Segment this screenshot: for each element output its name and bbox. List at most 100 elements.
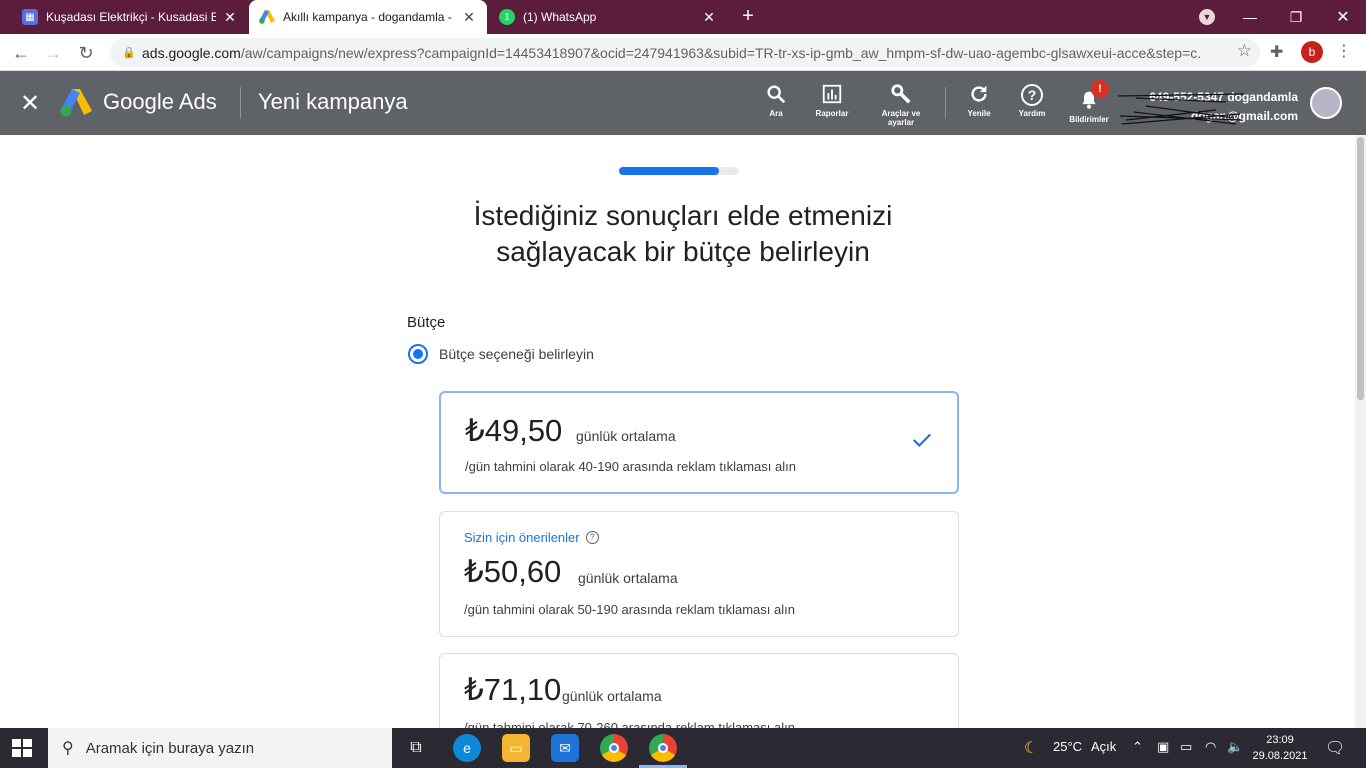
chrome-icon[interactable] [600, 734, 628, 762]
budget-unit: günlük ortalama [578, 570, 678, 586]
chrome-profile-icon[interactable] [649, 734, 677, 762]
bell-icon [1061, 89, 1117, 115]
site-icon: ▦ [22, 9, 38, 25]
close-window-button[interactable]: ✕ [1320, 0, 1366, 34]
back-button[interactable]: ← [8, 40, 34, 66]
budget-amount: ₺50,60 [464, 554, 562, 589]
budget-option-radio[interactable] [408, 344, 428, 364]
budget-option-radio-row[interactable]: Bütçe seçeneği belirleyin [408, 344, 594, 364]
new-tab-button[interactable]: + [737, 5, 759, 27]
budget-amount: ₺49,50 [465, 413, 563, 448]
tab-title: (1) WhatsApp [523, 10, 597, 24]
budget-unit: günlük ortalama [576, 428, 676, 444]
brand-name: Google Ads [103, 89, 217, 114]
reload-button[interactable]: ↻ [73, 40, 99, 66]
bookmark-star-icon[interactable]: ☆ [1237, 41, 1252, 61]
tab-title: Akıllı kampanya - dogandamla - Go [283, 10, 455, 24]
whatsapp-icon: 1 [499, 9, 515, 25]
tool-label: Ara [769, 109, 783, 118]
browser-tab-whatsapp[interactable]: 1 (1) WhatsApp ✕ [489, 0, 727, 34]
wifi-icon[interactable]: ◠ [1205, 739, 1216, 755]
budget-section-title: Bütçe [407, 314, 446, 331]
url-path: /aw/campaigns/new/express?campaignId=144… [240, 44, 1201, 61]
account-avatar[interactable] [1310, 87, 1342, 119]
budget-estimate: /gün tahmini olarak 50-190 arasında rekl… [464, 602, 795, 617]
help-circle-icon[interactable]: ? [585, 531, 599, 544]
browser-menu-icon[interactable]: ⋮ [1336, 41, 1352, 61]
restore-button[interactable]: ❐ [1273, 0, 1319, 34]
tools-settings-tool[interactable]: Araçlar ve ayarlar [873, 83, 929, 127]
recommended-text: Sizin için önerilenler [464, 530, 580, 545]
weather-temp[interactable]: 25°C [1053, 739, 1082, 754]
notification-badge: ! [1091, 80, 1109, 98]
taskbar-search-input[interactable]: ⚲ Aramak için buraya yazın [48, 728, 392, 768]
header-divider [945, 87, 946, 119]
extensions-icon[interactable]: ✚ [1270, 42, 1283, 62]
weather-moon-icon: ☾ [1024, 740, 1039, 757]
minimize-button[interactable]: — [1227, 0, 1273, 34]
edge-icon[interactable]: e [453, 734, 481, 762]
clock-time: 23:09 [1266, 734, 1294, 746]
forward-button[interactable]: → [40, 40, 66, 66]
reports-icon [804, 83, 860, 109]
recommended-label: Sizin için önerilenler ? [464, 530, 599, 545]
tab-search-icon[interactable]: ▼ [1199, 9, 1215, 25]
search-icon: ⚲ [62, 740, 74, 757]
windows-taskbar: ⚲ Aramak için buraya yazın ⧉ e ▭ ✉ ☾ 25°… [0, 728, 1366, 768]
headline-line: İstediğiniz sonuçları elde etmenizi [473, 200, 893, 231]
close-icon[interactable]: ✕ [20, 89, 40, 118]
tool-label: Yardım [1018, 109, 1046, 118]
url-input[interactable]: 🔒 ads.google.com/aw/campaigns/new/expres… [110, 38, 1260, 67]
help-tool[interactable]: ? Yardım [1004, 83, 1060, 118]
search-tool[interactable]: Ara [748, 83, 804, 118]
scrollbar-thumb[interactable] [1357, 137, 1364, 400]
google-ads-icon [259, 9, 275, 25]
search-icon [748, 83, 804, 109]
notification-center-icon[interactable]: 🗨 [1325, 738, 1345, 758]
file-explorer-icon[interactable]: ▭ [502, 734, 530, 762]
budget-estimate: /gün tahmini olarak 40-190 arasında rekl… [465, 459, 796, 474]
meet-now-icon[interactable]: ▣ [1157, 739, 1169, 755]
tool-label: Bildirimler [1069, 115, 1109, 124]
budget-card-option-2[interactable]: Sizin için önerilenler ? ₺50,60 günlük o… [439, 511, 959, 637]
budget-card-option-1[interactable]: ₺49,50 günlük ortalama /gün tahmini olar… [439, 391, 959, 494]
refresh-tool[interactable]: Yenile [951, 83, 1007, 118]
reports-tool[interactable]: Raporlar [804, 83, 860, 118]
tool-label: Araçlar ve ayarlar [881, 109, 921, 127]
page-headline: İstediğiniz sonuçları elde etmenizi sağl… [383, 198, 983, 270]
google-ads-logo-icon [60, 89, 92, 117]
wrench-icon [873, 83, 929, 109]
volume-icon[interactable]: 🔈 [1227, 739, 1243, 755]
close-tab-icon[interactable]: ✕ [461, 9, 477, 26]
radio-label: Bütçe seçeneği belirleyin [439, 346, 594, 362]
tool-label: Yenile [967, 109, 991, 118]
address-bar: ← → ↻ 🔒 ads.google.com/aw/campaigns/new/… [0, 34, 1366, 71]
redaction-scribble [1117, 93, 1245, 125]
close-tab-icon[interactable]: ✕ [222, 9, 238, 26]
close-tab-icon[interactable]: ✕ [701, 9, 717, 26]
budget-unit: günlük ortalama [562, 688, 662, 704]
browser-tab-kusadasi[interactable]: ▦ Kuşadası Elektrikçi - Kusadasi Ele ✕ [12, 0, 248, 34]
battery-icon[interactable]: ▭ [1180, 739, 1192, 755]
chevron-up-icon[interactable]: ⌃ [1132, 739, 1143, 755]
step-progress-bar [619, 167, 739, 175]
search-placeholder: Aramak için buraya yazın [85, 739, 255, 757]
headline-line: sağlayacak bir bütçe belirleyin [496, 236, 870, 267]
url-domain: ads.google.com [142, 44, 241, 61]
weather-desc[interactable]: Açık [1091, 739, 1116, 754]
lock-icon: 🔒 [122, 47, 136, 59]
help-icon: ? [1004, 83, 1060, 109]
header-divider [240, 87, 241, 119]
windows-start-icon[interactable] [12, 739, 32, 757]
notifications-tool[interactable]: Bildirimler [1061, 89, 1117, 124]
mail-icon[interactable]: ✉ [551, 734, 579, 762]
task-view-icon[interactable]: ⧉ [402, 734, 430, 762]
progress-fill [619, 167, 719, 175]
profile-avatar[interactable]: b [1301, 41, 1323, 63]
tool-label: Raporlar [815, 109, 849, 118]
clock-date: 29.08.2021 [1252, 750, 1308, 762]
browser-tab-google-ads[interactable]: Akıllı kampanya - dogandamla - Go ✕ [249, 0, 487, 34]
system-clock[interactable]: 23:09 29.08.2021 [1252, 732, 1308, 764]
tab-title: Kuşadası Elektrikçi - Kusadasi Ele [46, 10, 216, 24]
svg-text:?: ? [1028, 87, 1037, 103]
